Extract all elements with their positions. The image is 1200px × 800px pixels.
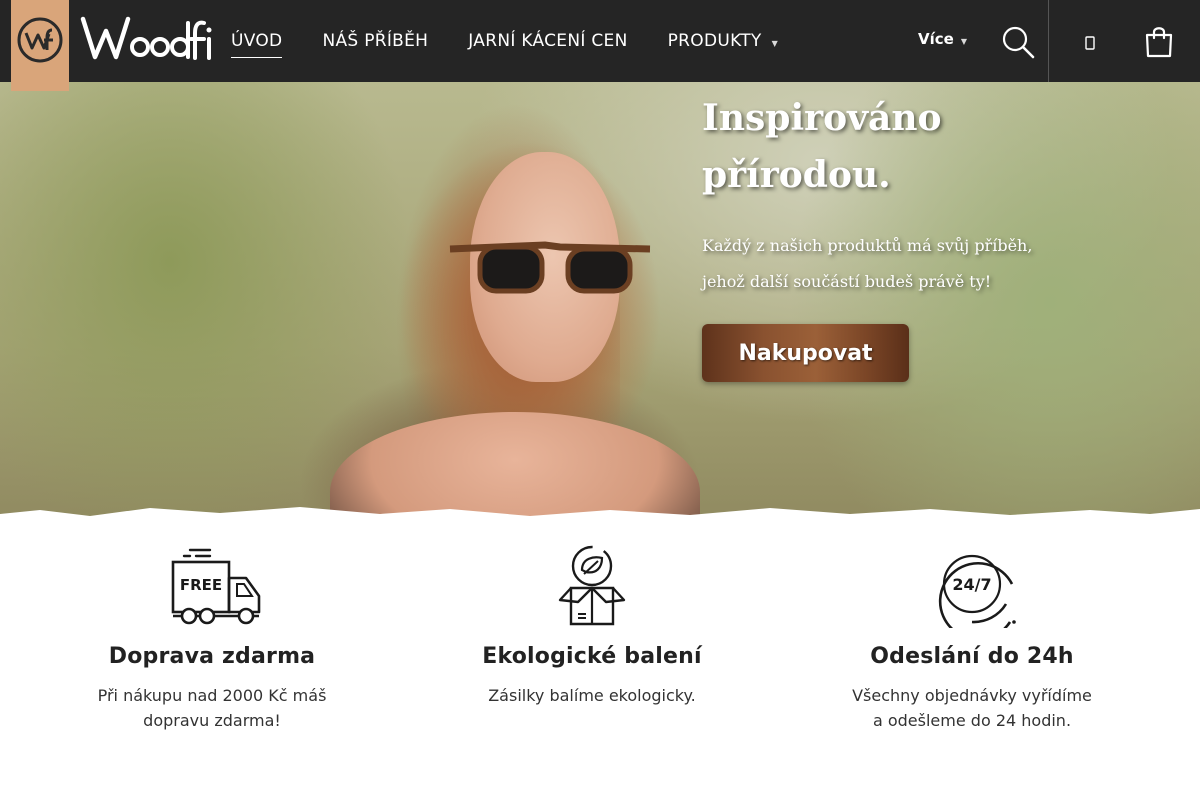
nav-item-nas-pribeh[interactable]: NÁŠ PŘÍBĚH <box>322 0 428 82</box>
clock-24-7-icon: 24/7 <box>938 554 1016 628</box>
truck-icon-label: FREE <box>180 576 222 594</box>
hero-title-line: přírodou. <box>702 154 891 196</box>
site-header: ÚVOD NÁŠ PŘÍBĚH JARNÍ KÁCENÍ CEN PRODUKT… <box>0 0 1200 91</box>
shop-now-button[interactable]: Nakupovat <box>702 324 909 382</box>
feature-description: Všechny objednávky vyřídíme a odešleme d… <box>822 683 1122 733</box>
feature-eco-packaging: Ekologické balení Zásilky balíme ekologi… <box>442 544 742 708</box>
feature-description-line: Zásilky balíme ekologicky. <box>488 686 696 705</box>
nav-item-jarni-kaceni-cen[interactable]: JARNÍ KÁCENÍ CEN <box>468 0 627 82</box>
main-nav: ÚVOD NÁŠ PŘÍBĚH JARNÍ KÁCENÍ CEN PRODUKT… <box>231 0 818 82</box>
free-delivery-truck-icon: FREE <box>171 548 261 625</box>
more-menu-label: Více <box>918 30 954 48</box>
feature-description-line: Všechny objednávky vyřídíme <box>852 686 1092 705</box>
woodfi-logo[interactable] <box>80 15 212 65</box>
feature-description-line: a odešleme do 24 hodin. <box>872 711 1072 730</box>
nav-item-produkty[interactable]: PRODUKTY ▼ <box>668 0 778 82</box>
feature-description: Při nákupu nad 2000 Kč máš dopravu zdarm… <box>62 683 362 733</box>
logo-badge[interactable] <box>11 0 69 91</box>
hero-title: Inspirováno přírodou. <box>702 90 1122 204</box>
feature-title: Odeslání do 24h <box>870 644 1074 669</box>
feature-fast-dispatch: 24/7 Odeslání do 24h Všechny objednávky … <box>822 544 1122 733</box>
torn-edge-divider <box>0 507 1200 522</box>
nav-item-label: JARNÍ KÁCENÍ CEN <box>468 31 628 51</box>
caret-down-icon: ▼ <box>960 36 967 46</box>
user-account-button[interactable] <box>1082 32 1098 54</box>
feature-description-line: dopravu zdarma! <box>143 711 281 730</box>
feature-description-line: Při nákupu nad 2000 Kč máš <box>97 686 327 705</box>
more-menu-button[interactable]: Více ▼ <box>918 30 967 48</box>
hero-title-line: Inspirováno <box>702 97 942 139</box>
shopping-bag-icon[interactable] <box>1144 24 1174 58</box>
nav-item-label: NÁŠ PŘÍBĚH <box>322 31 429 51</box>
caret-down-icon: ▼ <box>771 38 779 48</box>
hero-subtitle: Každý z našich produktů má svůj příběh, … <box>702 228 1122 300</box>
hero-text: Inspirováno přírodou. Každý z našich pro… <box>702 90 1122 300</box>
sunglasses-image <box>449 241 651 294</box>
hero-banner: Inspirováno přírodou. Každý z našich pro… <box>0 82 1200 522</box>
user-icon <box>1085 36 1095 50</box>
nav-item-uvod[interactable]: ÚVOD <box>231 0 283 82</box>
feature-free-shipping: FREE Doprava zdarma Při nákupu nad 2000 … <box>62 544 362 733</box>
feature-title: Ekologické balení <box>482 644 702 669</box>
feature-description: Zásilky balíme ekologicky. <box>442 683 742 708</box>
nav-item-label: PRODUKTY <box>667 31 762 51</box>
hero-subtitle-line: Každý z našich produktů má svůj příběh, <box>702 236 1033 255</box>
hero-subtitle-line: jehož další součástí budeš právě ty! <box>702 272 992 291</box>
clock-icon-label: 24/7 <box>952 575 991 594</box>
woodfi-monogram-icon <box>17 17 63 62</box>
eco-packaging-box-icon <box>558 545 626 626</box>
header-divider <box>1048 0 1049 82</box>
nav-item-label: ÚVOD <box>231 31 283 51</box>
feature-title: Doprava zdarma <box>108 644 316 669</box>
search-icon[interactable] <box>1000 24 1036 60</box>
